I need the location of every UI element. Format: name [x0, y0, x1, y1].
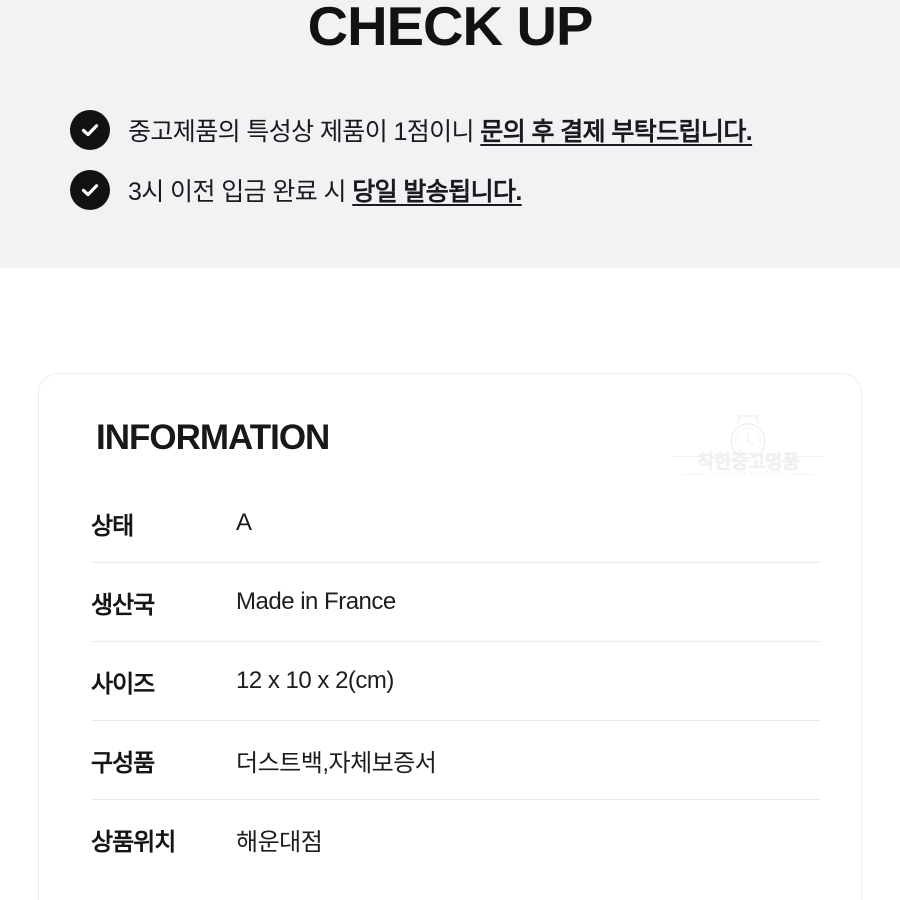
checkup-item-1-text-emphasis: 문의 후 결제 부탁드립니다. — [480, 118, 753, 146]
information-heading: INFORMATION — [96, 418, 330, 457]
information-card: INFORMATION 착한중고명품 LUXURY GOODS 상태 A 생산국… — [38, 373, 862, 900]
brand-watermark-logo: 착한중고명품 LUXURY GOODS — [674, 414, 822, 486]
info-value-size: 12 x 10 x 2(cm) — [236, 667, 394, 694]
checkup-item-2-text: 3시 이전 입금 완료 시 당일 발송됩니다. — [128, 172, 522, 208]
info-label-location: 상품위치 — [91, 828, 176, 856]
section-spacer — [0, 268, 900, 373]
checkup-section: CHECK UP 중고제품의 특성상 제품이 1점이니 문의 후 결제 부탁드립… — [0, 0, 900, 268]
checkup-item-2-text-emphasis: 당일 발송됩니다. — [352, 178, 522, 206]
information-table: 상태 A 생산국 Made in France 사이즈 12 x 10 x 2(… — [91, 484, 821, 878]
table-row: 구성품 더스트백,자체보증서 — [91, 721, 821, 800]
info-value-country: Made in France — [236, 588, 396, 615]
info-label-components: 구성품 — [91, 749, 155, 777]
checkup-item-2: 3시 이전 입금 완료 시 당일 발송됩니다. — [70, 160, 880, 220]
watermark-subtitle: LUXURY GOODS — [713, 471, 783, 478]
checkup-item-2-text-plain: 3시 이전 입금 완료 시 — [128, 178, 353, 206]
check-circle-icon — [70, 110, 110, 150]
info-value-location: 해운대점 — [236, 828, 323, 856]
checkup-title: CHECK UP — [307, 0, 594, 57]
checkup-item-1: 중고제품의 특성상 제품이 1점이니 문의 후 결제 부탁드립니다. — [70, 100, 880, 160]
table-row: 상태 A — [91, 484, 821, 563]
check-circle-icon — [70, 170, 110, 210]
info-label-size: 사이즈 — [91, 670, 155, 698]
info-label-country: 생산국 — [91, 591, 155, 619]
table-row: 사이즈 12 x 10 x 2(cm) — [91, 642, 821, 721]
checkup-item-1-text: 중고제품의 특성상 제품이 1점이니 문의 후 결제 부탁드립니다. — [128, 112, 753, 148]
table-row: 생산국 Made in France — [91, 563, 821, 642]
checkup-item-1-text-plain: 중고제품의 특성상 제품이 1점이니 — [128, 118, 481, 146]
info-value-components: 더스트백,자체보증서 — [236, 749, 437, 777]
table-row: 상품위치 해운대점 — [91, 800, 821, 878]
checkup-list: 중고제품의 특성상 제품이 1점이니 문의 후 결제 부탁드립니다. 3시 이전… — [70, 100, 880, 220]
info-label-condition: 상태 — [91, 512, 134, 540]
info-value-condition: A — [236, 509, 252, 536]
watermark-brand-name: 착한중고명품 — [697, 452, 799, 473]
